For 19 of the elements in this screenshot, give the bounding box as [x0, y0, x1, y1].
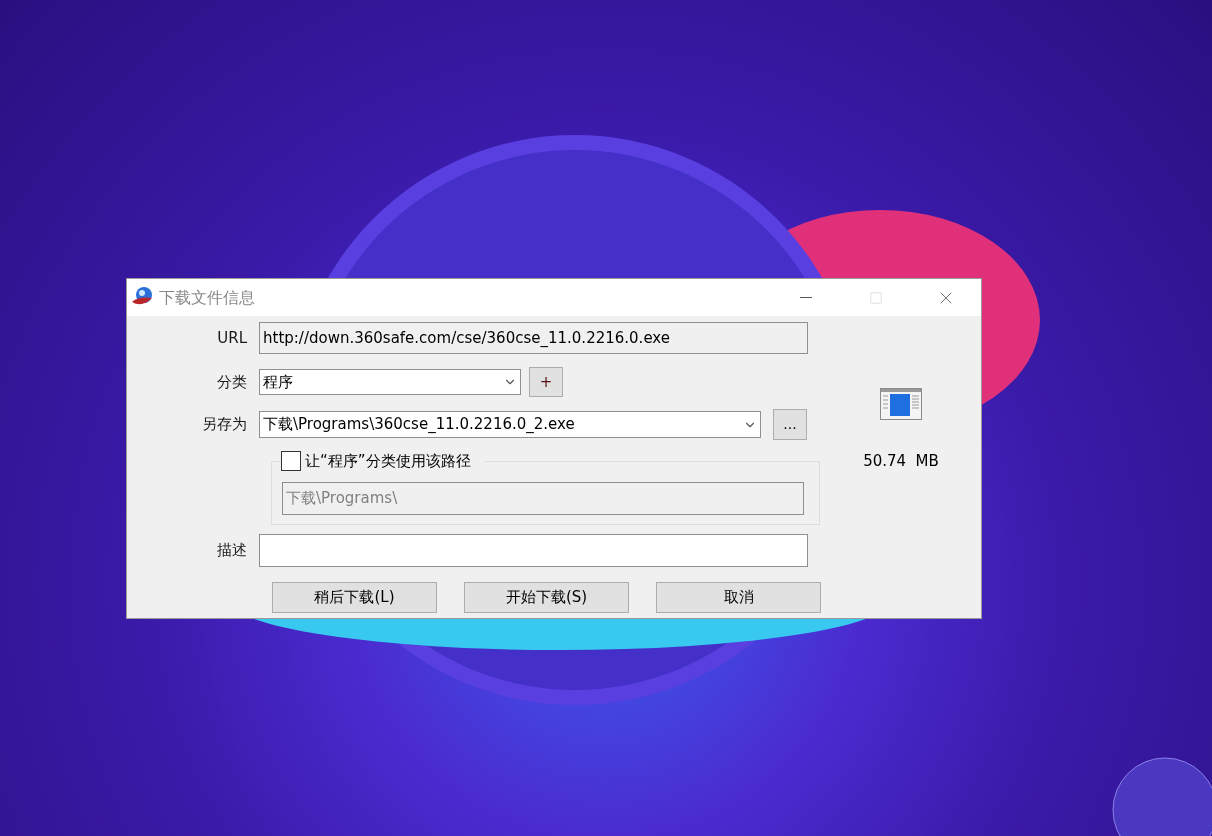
- category-dropdown[interactable]: 程序: [259, 369, 521, 395]
- dialog-button[interactable]: 取消: [656, 582, 821, 613]
- description-field[interactable]: [259, 534, 808, 567]
- field-label: 分类: [216, 371, 248, 393]
- url-field[interactable]: http://down.360safe.com/cse/360cse_11.0.2216.0.exe: [259, 322, 808, 354]
- file-size: 50.74 MB: [863, 451, 939, 472]
- dialog-button[interactable]: 开始下载(S): [464, 582, 629, 613]
- dialog-button[interactable]: 稍后下载(L): [272, 582, 437, 613]
- file-window-icon: [880, 388, 922, 420]
- add-category-button[interactable]: +: [529, 367, 563, 397]
- category-path-field: 下载\Programs\: [282, 482, 804, 515]
- browse-button[interactable]: ...: [773, 409, 807, 440]
- minimize-icon: [800, 297, 812, 298]
- field-label: 描述: [216, 540, 248, 562]
- maximize-icon: [869, 290, 883, 305]
- save-path-dropdown[interactable]: 下载\Programs\360cse_11.0.2216.0_2.exe: [259, 411, 761, 438]
- window-title: 下载文件信息: [159, 286, 255, 309]
- field-label: 另存为: [201, 414, 248, 436]
- field-label: URL: [216, 327, 248, 349]
